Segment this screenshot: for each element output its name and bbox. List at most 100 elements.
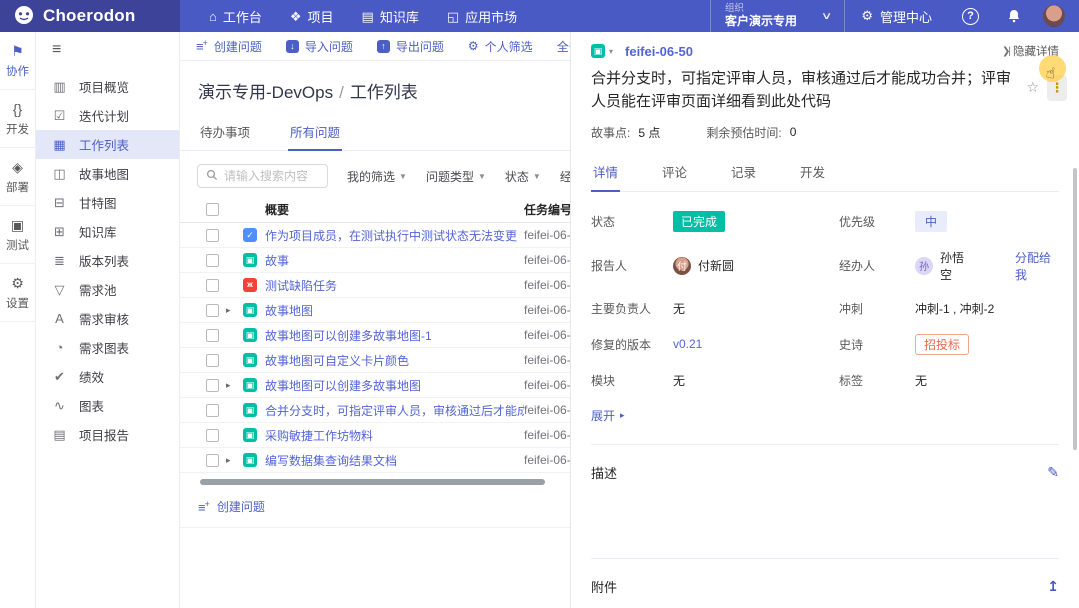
row-checkbox[interactable] bbox=[206, 329, 219, 342]
issue-title[interactable]: 合并分支时，可指定评审人员，审核通过后才能成功合并；评审人员能在评审页面详细看到… bbox=[591, 67, 1016, 114]
sidebar-item[interactable]: 项目报告 bbox=[36, 420, 179, 449]
select-all-checkbox[interactable] bbox=[206, 203, 219, 216]
issue-summary-link[interactable]: 故事地图可以创建多故事地图-1 bbox=[265, 327, 524, 344]
hide-detail-button[interactable]: ❯| 隐藏详情 bbox=[1002, 43, 1059, 59]
sidebar-item[interactable]: 绩效 bbox=[36, 362, 179, 391]
detail-tab[interactable]: 开发 bbox=[798, 156, 827, 191]
row-checkbox[interactable] bbox=[206, 454, 219, 467]
create-issue-footer-button[interactable]: 创建问题 bbox=[180, 485, 570, 528]
row-checkbox[interactable] bbox=[206, 304, 219, 317]
upload-icon[interactable] bbox=[1047, 579, 1059, 593]
star-icon[interactable]: ☆ bbox=[1026, 80, 1039, 94]
sidebar-item[interactable]: 图表 bbox=[36, 391, 179, 420]
expand-caret-icon[interactable]: ▸ bbox=[226, 305, 236, 316]
table-row[interactable]: ▸ 故事地图可以创建多故事地图 feifei-06-5 bbox=[180, 373, 570, 398]
row-checkbox[interactable] bbox=[206, 229, 219, 242]
row-checkbox[interactable] bbox=[206, 379, 219, 392]
filter-dropdown[interactable]: 经办人 ▼ bbox=[560, 168, 570, 185]
assignee-value[interactable]: 孙 孙悟空 分配给我 bbox=[915, 249, 1059, 283]
topnav-item[interactable]: 应用市场 bbox=[436, 0, 528, 32]
vertical-scrollbar[interactable] bbox=[1073, 168, 1077, 450]
more-menu-icon[interactable]: ⋮ bbox=[1047, 75, 1067, 101]
table-row[interactable]: ▸ 故事地图 feifei-06-5 bbox=[180, 298, 570, 323]
issue-summary-link[interactable]: 测试缺陷任务 bbox=[265, 277, 524, 294]
logo-area[interactable]: Choerodon bbox=[0, 0, 180, 32]
search-input[interactable] bbox=[197, 164, 328, 188]
sidebar-item[interactable]: 知识库 bbox=[36, 217, 179, 246]
sidebar-item[interactable]: 版本列表 bbox=[36, 246, 179, 275]
filter-dropdown[interactable]: 问题类型 ▼ bbox=[426, 168, 486, 185]
tag-value[interactable]: 无 bbox=[915, 372, 1059, 389]
sidebar-item[interactable]: 项目概览 bbox=[36, 72, 179, 101]
sidebar-item[interactable]: 工作列表 bbox=[36, 130, 179, 159]
export-issue-button[interactable]: 导出问题 bbox=[377, 38, 444, 55]
priority-badge[interactable]: 中 bbox=[915, 211, 947, 232]
sidebar-item[interactable]: 需求图表 bbox=[36, 333, 179, 362]
issue-id-link[interactable]: feifei-06-50 bbox=[625, 44, 693, 59]
hamburger-menu-icon[interactable]: ≡ bbox=[36, 32, 179, 72]
fix-version-link[interactable]: v0.21 bbox=[673, 337, 702, 351]
reporter-value[interactable]: 付 付新圆 bbox=[673, 257, 839, 275]
topnav-item[interactable]: 工作台 bbox=[198, 0, 273, 32]
table-row[interactable]: ▸ 采购敏捷工作坊物料 feifei-06-4 bbox=[180, 423, 570, 448]
user-avatar[interactable] bbox=[1043, 5, 1065, 27]
admin-center-button[interactable]: 管理中心 bbox=[845, 7, 948, 26]
org-selector[interactable]: 组织 客户演示专用 ∨ bbox=[711, 4, 844, 29]
sidebar-item[interactable]: 迭代计划 bbox=[36, 101, 179, 130]
help-icon[interactable]: ? bbox=[962, 8, 979, 25]
issue-summary-link[interactable]: 故事地图 bbox=[265, 302, 524, 319]
issue-summary-link[interactable]: 编写数据集查询结果文档 bbox=[265, 452, 524, 469]
module-value[interactable]: 无 bbox=[673, 372, 839, 389]
sidebar-item[interactable]: 故事地图 bbox=[36, 159, 179, 188]
topnav-item[interactable]: 知识库 bbox=[351, 0, 430, 32]
row-checkbox[interactable] bbox=[206, 279, 219, 292]
issue-summary-link[interactable]: 作为项目成员，在测试执行中测试状态无法变更 bbox=[265, 227, 524, 244]
row-checkbox[interactable] bbox=[206, 354, 219, 367]
sprint-value[interactable]: 冲刺-1 , 冲刺-2 bbox=[915, 300, 1059, 317]
issue-summary-link[interactable]: 采购敏捷工作坊物料 bbox=[265, 427, 524, 444]
expand-caret-icon[interactable]: ▸ bbox=[226, 455, 236, 466]
row-checkbox[interactable] bbox=[206, 404, 219, 417]
expand-fields-link[interactable]: 展开 ▸ bbox=[591, 407, 1059, 424]
detail-tab[interactable]: 详情 bbox=[591, 156, 620, 192]
sidebar-item[interactable]: 需求池 bbox=[36, 275, 179, 304]
sidebar-item[interactable]: 需求审核 bbox=[36, 304, 179, 333]
rail-item[interactable]: 设置 bbox=[0, 264, 35, 322]
detail-tab[interactable]: 评论 bbox=[660, 156, 689, 191]
breadcrumb-project[interactable]: 演示专用-DevOps bbox=[198, 83, 333, 102]
owner-value[interactable]: 无 bbox=[673, 300, 839, 317]
filter-dropdown[interactable]: 我的筛选 ▼ bbox=[347, 168, 407, 185]
table-row[interactable]: ▸ 故事 feifei-06-6 bbox=[180, 248, 570, 273]
topnav-item[interactable]: 项目 bbox=[279, 0, 345, 32]
issue-summary-link[interactable]: 故事地图可以创建多故事地图 bbox=[265, 377, 524, 394]
sidebar-item[interactable]: 甘特图 bbox=[36, 188, 179, 217]
create-issue-button[interactable]: 创建问题 bbox=[196, 38, 262, 55]
edit-pencil-icon[interactable]: ✎ bbox=[1047, 465, 1059, 479]
table-row[interactable]: ▸ 编写数据集查询结果文档 feifei-06-4 bbox=[180, 448, 570, 473]
personal-filter-button[interactable]: 个人筛选 bbox=[468, 38, 533, 55]
list-tab[interactable]: 所有问题 bbox=[288, 118, 342, 151]
table-row[interactable]: ▸ 作为项目成员，在测试执行中测试状态无法变更 feifei-06-7 bbox=[180, 223, 570, 248]
expand-all-button[interactable]: 全部展开 bbox=[557, 38, 570, 55]
issue-type-dropdown[interactable]: ▾ bbox=[591, 44, 613, 58]
issue-summary-link[interactable]: 故事地图可自定义卡片颜色 bbox=[265, 352, 524, 369]
table-row[interactable]: ▸ 故事地图可以创建多故事地图-1 feifei-06-5 bbox=[180, 323, 570, 348]
filter-dropdown[interactable]: 状态 ▼ bbox=[505, 168, 541, 185]
list-tab[interactable]: 待办事项 bbox=[198, 118, 252, 150]
row-checkbox[interactable] bbox=[206, 429, 219, 442]
rail-item[interactable]: 部署 bbox=[0, 148, 35, 206]
rail-item[interactable]: 测试 bbox=[0, 206, 35, 264]
expand-caret-icon[interactable]: ▸ bbox=[226, 380, 236, 391]
rail-item[interactable]: 开发 bbox=[0, 90, 35, 148]
rail-item[interactable]: 协作 bbox=[0, 32, 35, 90]
assign-to-me-link[interactable]: 分配给我 bbox=[1015, 249, 1059, 283]
import-issue-button[interactable]: 导入问题 bbox=[286, 38, 353, 55]
issue-summary-link[interactable]: 合并分支时，可指定评审人员，审核通过后才能成功合并... bbox=[265, 402, 524, 419]
table-row[interactable]: ▸ 合并分支时，可指定评审人员，审核通过后才能成功合并... feifei-06… bbox=[180, 398, 570, 423]
table-row[interactable]: ▸ 测试缺陷任务 feifei-06-6 bbox=[180, 273, 570, 298]
notification-bell-icon[interactable] bbox=[1007, 9, 1021, 23]
issue-summary-link[interactable]: 故事 bbox=[265, 252, 524, 269]
detail-tab[interactable]: 记录 bbox=[729, 156, 758, 191]
epic-badge[interactable]: 招投标 bbox=[915, 334, 969, 355]
status-badge[interactable]: 已完成 bbox=[673, 211, 725, 232]
